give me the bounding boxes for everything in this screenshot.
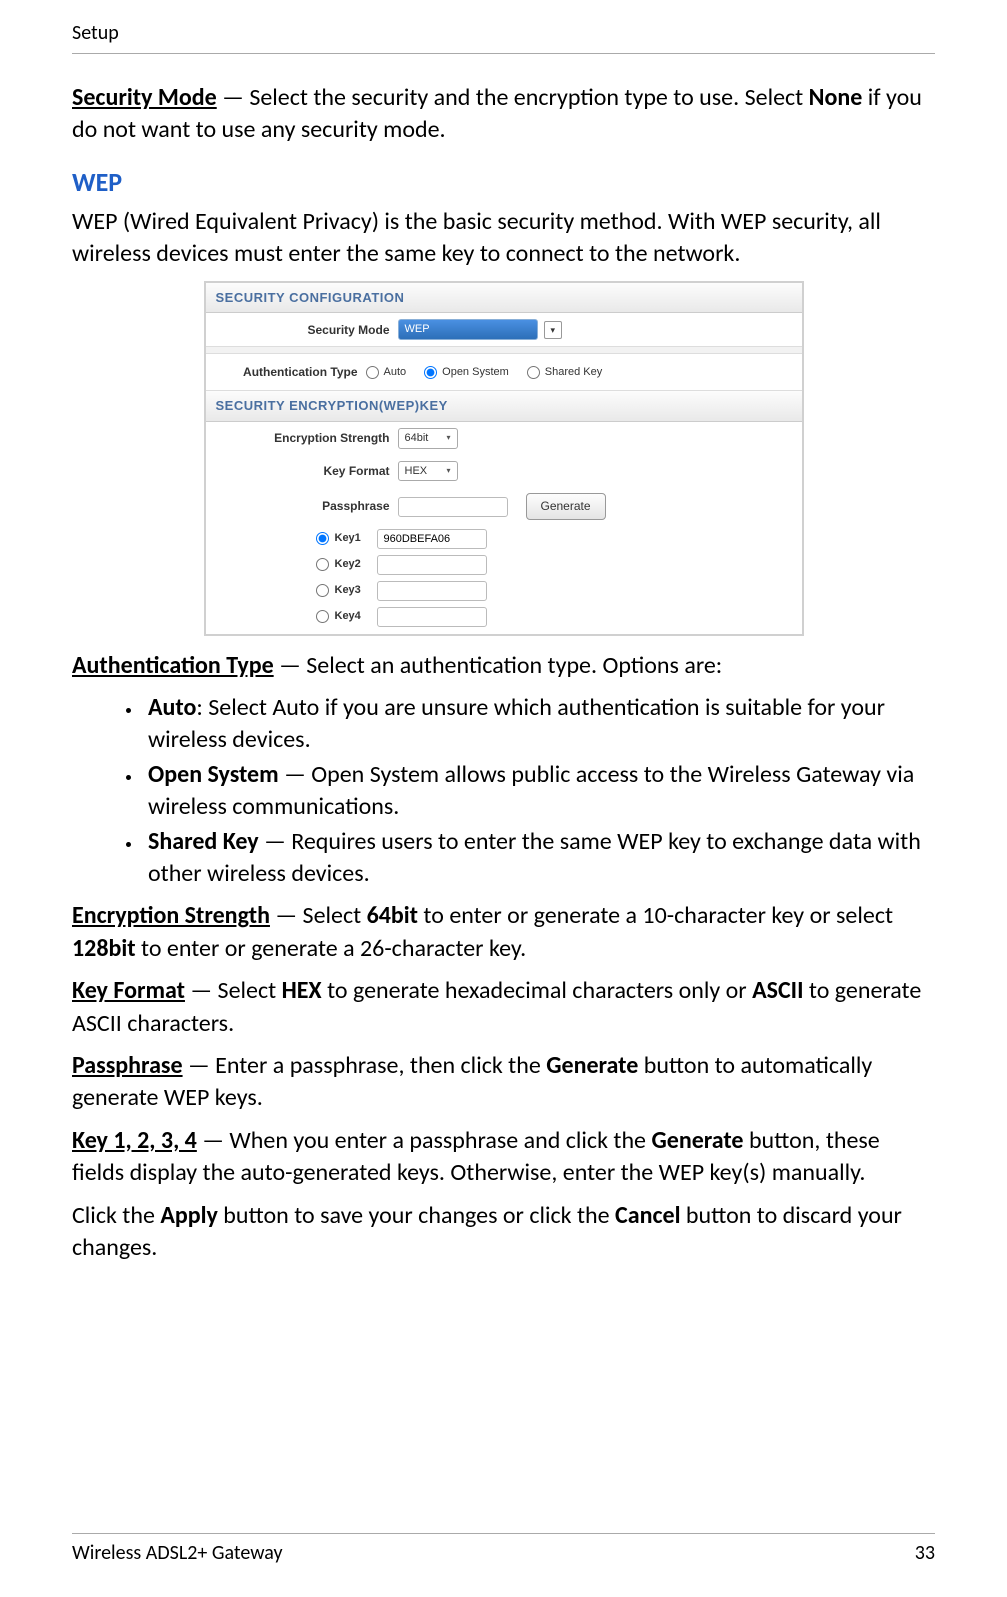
key2-label: Key2 — [335, 557, 377, 572]
auth-type-field-label: Authentication Type — [216, 364, 366, 380]
chevron-down-icon: ▾ — [446, 433, 450, 444]
wep-key-header: SECURITY ENCRYPTION(WEP)KEY — [206, 391, 802, 422]
security-mode-para: Security Mode — Select the security and … — [72, 82, 935, 147]
auth-type-para: Authentication Type — Select an authenti… — [72, 650, 935, 682]
security-mode-field-label: Security Mode — [216, 322, 398, 338]
key-format-para: Key Format — Select HEX to generate hexa… — [72, 975, 935, 1040]
security-config-header: SECURITY CONFIGURATION — [206, 283, 802, 314]
list-item: Open System — Open System allows public … — [142, 759, 935, 824]
passphrase-field-label: Passphrase — [216, 498, 398, 514]
key4-label: Key4 — [335, 609, 377, 624]
auth-shared-radio[interactable] — [527, 366, 540, 379]
key2-radio[interactable] — [316, 558, 329, 571]
wep-desc: WEP (Wired Equivalent Privacy) is the ba… — [72, 206, 935, 271]
list-item: Auto: Select Auto if you are unsure whic… — [142, 692, 935, 757]
key-format-field-label: Key Format — [216, 463, 398, 479]
key3-input[interactable] — [377, 581, 487, 601]
key1-radio[interactable] — [316, 532, 329, 545]
passphrase-para: Passphrase — Enter a passphrase, then cl… — [72, 1050, 935, 1115]
footer-left: Wireless ADSL2+ Gateway — [72, 1540, 283, 1567]
key2-input[interactable] — [377, 555, 487, 575]
security-mode-select[interactable]: WEP — [398, 319, 538, 340]
page-number: 33 — [915, 1540, 935, 1567]
auth-open-radio[interactable] — [424, 366, 437, 379]
encryption-strength-field-label: Encryption Strength — [216, 430, 398, 446]
generate-button[interactable]: Generate — [526, 493, 606, 519]
list-item: Shared Key — Requires users to enter the… — [142, 826, 935, 891]
encryption-strength-para: Encryption Strength — Select 64bit to en… — [72, 900, 935, 965]
encryption-strength-select[interactable]: 64bit▾ — [398, 428, 458, 449]
auth-type-lead: Authentication Type — [72, 651, 274, 680]
auth-auto-label: Auto — [384, 365, 407, 380]
page-footer: Wireless ADSL2+ Gateway 33 — [72, 1533, 935, 1567]
wep-heading: WEP — [72, 165, 935, 200]
chevron-down-icon: ▾ — [446, 466, 450, 477]
chevron-down-icon[interactable]: ▾ — [544, 321, 563, 339]
keys-para: Key 1, 2, 3, 4 — When you enter a passph… — [72, 1125, 935, 1190]
auth-type-options: Auto: Select Auto if you are unsure whic… — [142, 692, 935, 890]
none-label: None — [809, 83, 863, 112]
header-title: Setup — [72, 21, 119, 45]
key3-radio[interactable] — [316, 584, 329, 597]
key-format-select[interactable]: HEX▾ — [398, 461, 458, 482]
security-mode-label: Security Mode — [72, 83, 217, 112]
key3-label: Key3 — [335, 583, 377, 598]
key1-input[interactable] — [377, 529, 487, 549]
key4-radio[interactable] — [316, 610, 329, 623]
key4-input[interactable] — [377, 607, 487, 627]
key1-label: Key1 — [335, 531, 377, 546]
auth-open-label: Open System — [442, 365, 509, 380]
passphrase-input[interactable] — [398, 497, 508, 517]
auth-auto-radio[interactable] — [366, 366, 379, 379]
page-header: Setup — [72, 20, 935, 54]
security-config-screenshot: SECURITY CONFIGURATION Security Mode WEP… — [204, 281, 804, 636]
auth-shared-label: Shared Key — [545, 365, 602, 380]
apply-cancel-para: Click the Apply button to save your chan… — [72, 1200, 935, 1265]
